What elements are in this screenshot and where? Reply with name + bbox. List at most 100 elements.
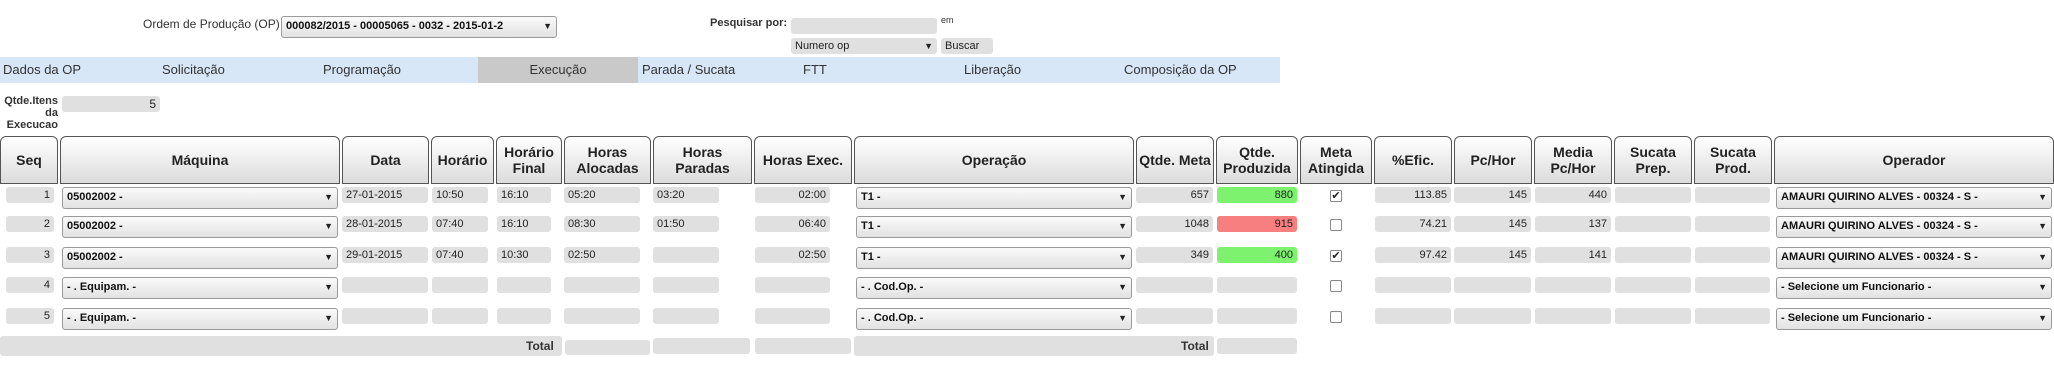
operator-select[interactable]: AMAURI QUIRINO ALVES - 00324 - S - ▼ xyxy=(1776,187,2052,209)
op-select[interactable]: 000082/2015 - 00005065 - 0032 - 2015-01-… xyxy=(281,16,557,38)
cell-data: 29-01-2015 xyxy=(342,247,428,263)
header-pc-hor: Pc/Hor xyxy=(1454,136,1532,184)
cell-horas-alocadas: 08:30 xyxy=(564,216,640,232)
operator-select-value: - Selecione um Funcionario - xyxy=(1781,312,1932,324)
cell-media-pc-hor: 137 xyxy=(1535,216,1611,232)
cell-horario: 07:40 xyxy=(432,247,488,263)
total-label-1: Total xyxy=(526,339,554,353)
cell-horas-paradas xyxy=(653,247,719,263)
row-seq: 4 xyxy=(6,277,54,293)
operation-select[interactable]: - . Cod.Op. - ▼ xyxy=(856,308,1132,330)
cell-sucata-prod xyxy=(1695,187,1770,203)
header-horario: Horário xyxy=(431,136,494,184)
cell-sucata-prod xyxy=(1695,308,1770,324)
operation-select-value: - . Cod.Op. - xyxy=(861,312,924,324)
qtde-itens-label: Qtde.Itens da Execucao xyxy=(4,95,58,131)
tab-composicao-da-op[interactable]: Composição da OP xyxy=(1124,57,1237,83)
chevron-down-icon: ▼ xyxy=(2038,192,2047,202)
header-maquina: Máquina xyxy=(60,136,340,184)
machine-select[interactable]: 05002002 - ▼ xyxy=(62,216,338,238)
operator-select[interactable]: - Selecione um Funcionario - ▼ xyxy=(1776,277,2052,299)
cell-horas-alocadas: 05:20 xyxy=(564,187,640,203)
header-horas-exec: Horas Exec. xyxy=(754,136,852,184)
machine-select[interactable]: 05002002 - ▼ xyxy=(62,187,338,209)
cell-sucata-prod xyxy=(1695,247,1770,263)
chevron-down-icon: ▼ xyxy=(924,41,933,51)
op-select-value: 000082/2015 - 00005065 - 0032 - 2015-01-… xyxy=(286,20,504,32)
search-input[interactable] xyxy=(791,18,937,34)
operation-select-value: - . Cod.Op. - xyxy=(861,281,924,293)
operation-select[interactable]: T1 - ▼ xyxy=(856,216,1132,238)
meta-atingida-checkbox[interactable]: ✔ xyxy=(1330,250,1342,262)
chevron-down-icon: ▼ xyxy=(2038,313,2047,323)
cell-qtde-meta: 657 xyxy=(1136,187,1213,203)
cell-pc-hor: 145 xyxy=(1454,187,1531,203)
cell-horario xyxy=(432,308,488,324)
cell-horas-exec: 02:50 xyxy=(755,247,830,263)
tab-liberacao[interactable]: Liberação xyxy=(964,57,1021,83)
tab-execucao[interactable]: Execução xyxy=(478,57,638,83)
chevron-down-icon: ▼ xyxy=(324,192,333,202)
cell-pc-hor: 145 xyxy=(1454,247,1531,263)
cell-efic xyxy=(1375,277,1451,293)
machine-select-value: 05002002 - xyxy=(67,220,123,232)
checkmark-icon: ✔ xyxy=(1331,250,1341,262)
row-seq: 3 xyxy=(6,247,54,263)
cell-sucata-prep xyxy=(1615,247,1691,263)
tab-ftt[interactable]: FTT xyxy=(803,57,827,83)
header-media-pc-hor: Media Pc/Hor xyxy=(1534,136,1612,184)
chevron-down-icon: ▼ xyxy=(543,21,552,31)
operator-select-value: AMAURI QUIRINO ALVES - 00324 - S - xyxy=(1781,220,1978,232)
tab-parada-sucata[interactable]: Parada / Sucata xyxy=(642,57,735,83)
chevron-down-icon: ▼ xyxy=(1118,313,1127,323)
operation-select[interactable]: - . Cod.Op. - ▼ xyxy=(856,277,1132,299)
tab-bar: Dados da OP Solicitação Programação Exec… xyxy=(0,57,1280,83)
header-qtde-produzida: Qtde. Produzida xyxy=(1216,136,1298,184)
meta-atingida-checkbox[interactable] xyxy=(1330,219,1342,231)
operation-select[interactable]: T1 - ▼ xyxy=(856,247,1132,269)
machine-select[interactable]: 05002002 - ▼ xyxy=(62,247,338,269)
chevron-down-icon: ▼ xyxy=(1118,282,1127,292)
machine-select-value: - . Equipam. - xyxy=(67,281,137,293)
machine-select-value: 05002002 - xyxy=(67,251,123,263)
chevron-down-icon: ▼ xyxy=(324,221,333,231)
machine-select[interactable]: - . Equipam. - ▼ xyxy=(62,308,338,330)
row-seq: 1 xyxy=(6,187,54,203)
search-field-select[interactable]: Numero op ▼ xyxy=(791,38,937,54)
cell-qtde-produzida: 400 xyxy=(1217,247,1297,263)
tab-dados-da-op[interactable]: Dados da OP xyxy=(3,57,81,83)
header-operacao: Operação xyxy=(854,136,1134,184)
tab-solicitacao[interactable]: Solicitação xyxy=(162,57,225,83)
header-horas-alocadas: Horas Alocadas xyxy=(564,136,651,184)
row-seq: 2 xyxy=(6,216,54,232)
total-row-left xyxy=(0,336,562,356)
chevron-down-icon: ▼ xyxy=(324,313,333,323)
operation-select-value: T1 - xyxy=(861,220,881,232)
machine-select[interactable]: - . Equipam. - ▼ xyxy=(62,277,338,299)
search-label: Pesquisar por: xyxy=(710,17,788,29)
header-horario-final: Horário Final xyxy=(496,136,562,184)
meta-atingida-checkbox[interactable] xyxy=(1330,280,1342,292)
cell-horas-paradas: 03:20 xyxy=(653,187,719,203)
cell-media-pc-hor: 141 xyxy=(1535,247,1611,263)
header-sucata-prep: Sucata Prep. xyxy=(1614,136,1692,184)
operator-select[interactable]: - Selecione um Funcionario - ▼ xyxy=(1776,308,2052,330)
operation-select[interactable]: T1 - ▼ xyxy=(856,187,1132,209)
cell-qtde-produzida: 880 xyxy=(1217,187,1297,203)
cell-qtde-meta xyxy=(1136,308,1213,324)
cell-pc-hor xyxy=(1454,308,1531,324)
tab-programacao[interactable]: Programação xyxy=(323,57,401,83)
total-qtde-produzida xyxy=(1217,338,1297,354)
cell-efic: 113.85 xyxy=(1375,187,1451,203)
total-row-mid xyxy=(854,336,1214,356)
search-button[interactable]: Buscar xyxy=(941,38,993,54)
operator-select[interactable]: AMAURI QUIRINO ALVES - 00324 - S - ▼ xyxy=(1776,216,2052,238)
cell-qtde-meta: 1048 xyxy=(1136,216,1213,232)
meta-atingida-checkbox[interactable]: ✔ xyxy=(1330,190,1342,202)
cell-horas-exec xyxy=(755,308,830,324)
meta-atingida-checkbox[interactable] xyxy=(1330,311,1342,323)
operator-select-value: AMAURI QUIRINO ALVES - 00324 - S - xyxy=(1781,251,1978,263)
cell-horario-final xyxy=(497,277,551,293)
chevron-down-icon: ▼ xyxy=(2038,221,2047,231)
operator-select[interactable]: AMAURI QUIRINO ALVES - 00324 - S - ▼ xyxy=(1776,247,2052,269)
